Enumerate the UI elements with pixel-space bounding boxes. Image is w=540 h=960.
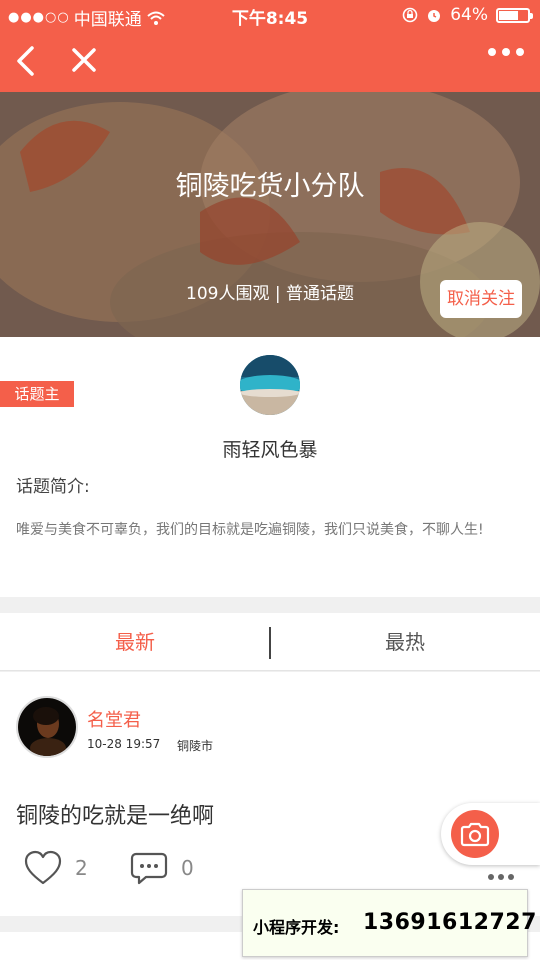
more-dot <box>516 48 524 56</box>
post-city: 铜陵市 <box>177 739 214 753</box>
topic-owner-badge: 话题主 <box>0 381 74 407</box>
status-right: 64% <box>402 5 533 25</box>
post-body[interactable]: 铜陵的吃就是一绝啊 <box>16 798 214 830</box>
post-card: 名堂君 10-28 19:57 铜陵市 铜陵的吃就是一绝啊 2 0 <box>0 672 540 916</box>
intro-label: 话题简介: <box>16 477 90 497</box>
ad-phone: 13691612727 <box>363 910 537 935</box>
author-avatar[interactable] <box>16 696 78 758</box>
more-icon[interactable] <box>488 48 524 56</box>
author-avatar-image <box>18 698 76 756</box>
battery-fill <box>499 10 519 20</box>
ad-banner[interactable]: 小程序开发: 13691612727 <box>242 889 536 957</box>
owner-avatar[interactable] <box>240 355 300 415</box>
comment-count: 0 <box>181 856 194 880</box>
feed-tabs: 最新 最热 <box>0 613 540 671</box>
back-icon[interactable] <box>12 44 42 78</box>
battery-icon <box>496 7 533 23</box>
post-time: 10-28 19:57 <box>87 737 161 751</box>
more-dot <box>508 874 514 880</box>
tab-hot[interactable]: 最热 <box>270 613 540 671</box>
ad-label: 小程序开发: <box>253 918 340 937</box>
more-dot <box>502 48 510 56</box>
alarm-icon <box>428 10 441 22</box>
owner-avatar-image <box>240 355 300 415</box>
topic-title: 铜陵吃货小分队 <box>175 171 365 202</box>
tab-latest[interactable]: 最新 <box>0 613 270 671</box>
like-count: 2 <box>75 856 88 880</box>
more-dot <box>488 874 494 880</box>
top-bar: ●●●○○ 中国联通 下午8:45 64% <box>0 0 540 92</box>
topic-info-card: 话题主 雨轻风色暴 话题简介: 唯爱与美食不可辜负，我们的目标就是吃遍铜陵，我们… <box>0 337 540 597</box>
close-icon[interactable] <box>68 44 100 76</box>
comment-icon[interactable] <box>130 852 168 886</box>
battery-percent: 64% <box>450 5 488 25</box>
more-dot <box>498 874 504 880</box>
heart-icon[interactable] <box>24 850 62 886</box>
unfollow-button[interactable]: 取消关注 <box>440 280 522 318</box>
topic-banner: 铜陵吃货小分队 109人围观 | 普通话题 取消关注 <box>0 92 540 337</box>
post-more-icon[interactable] <box>488 874 514 880</box>
nav-bar <box>0 30 540 92</box>
owner-name[interactable]: 雨轻风色暴 <box>0 435 540 462</box>
camera-button[interactable] <box>451 810 499 858</box>
rotation-lock-icon <box>402 7 418 23</box>
author-name[interactable]: 名堂君 <box>87 706 141 732</box>
camera-icon <box>460 822 490 847</box>
status-bar: ●●●○○ 中国联通 下午8:45 64% <box>0 0 540 30</box>
intro-text: 唯爱与美食不可辜负，我们的目标就是吃遍铜陵，我们只说美食，不聊人生! <box>16 522 484 538</box>
more-dot <box>488 48 496 56</box>
floating-action-panel <box>441 803 540 865</box>
